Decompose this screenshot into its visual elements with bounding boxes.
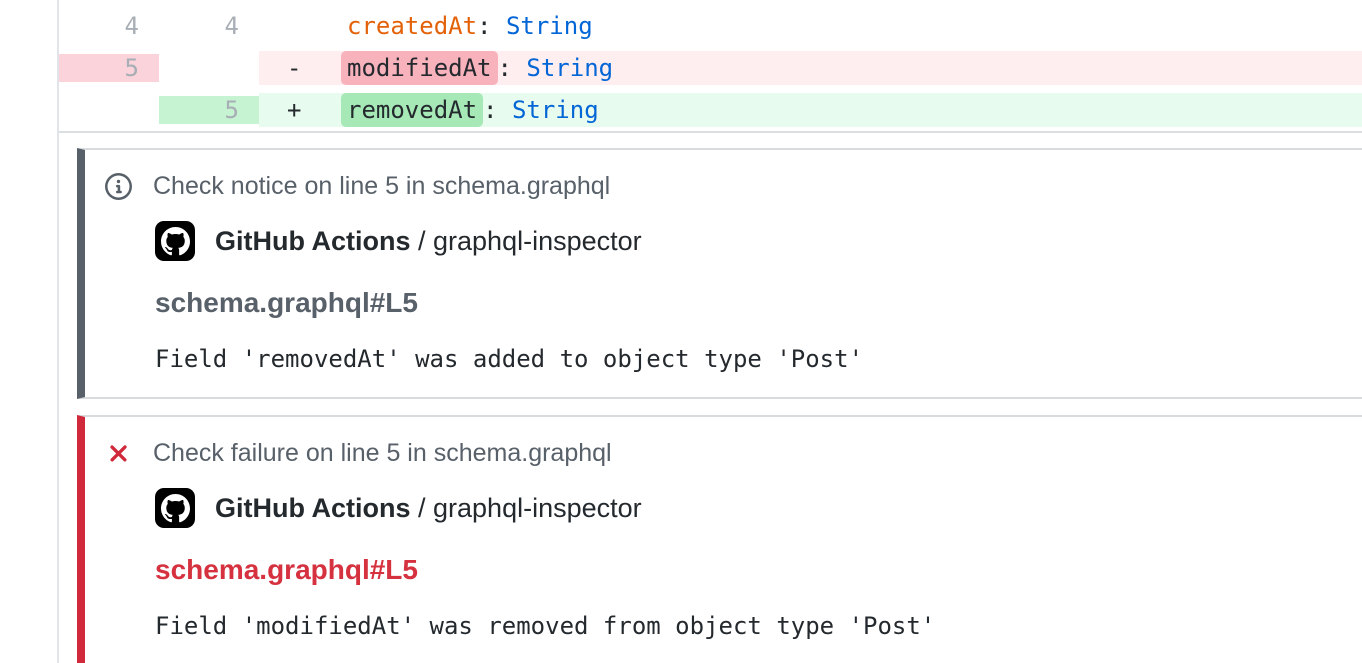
- annotation-body: GitHub Actions / graphql-inspector schem…: [155, 488, 1362, 640]
- diff-left-border: [57, 0, 59, 663]
- code-type-name: String: [506, 12, 593, 40]
- code-colon: :: [498, 54, 527, 82]
- new-line-number[interactable]: 4: [159, 12, 259, 40]
- annotation-message: Field 'removedAt' was added to object ty…: [155, 345, 1362, 373]
- diff-marker-minus: -: [287, 54, 347, 82]
- diff-marker-plus: +: [287, 96, 347, 124]
- added-word-highlight: removedAt: [341, 93, 483, 127]
- annotation-card-notice: Check notice on line 5 in schema.graphql…: [77, 148, 1362, 399]
- deleted-word-highlight: modifiedAt: [341, 51, 498, 85]
- annotation-app-text: GitHub Actions / graphql-inspector: [215, 493, 642, 524]
- new-line-number[interactable]: 5: [159, 96, 259, 124]
- annotation-title-row: Check failure on line 5 in schema.graphq…: [105, 439, 1362, 468]
- diff-table: 4 4 createdAt: String 5 -modifiedAt: Str…: [59, 0, 1362, 133]
- check-annotations: Check notice on line 5 in schema.graphql…: [59, 148, 1362, 663]
- annotation-card-failure: Check failure on line 5 in schema.graphq…: [77, 415, 1362, 663]
- code-type-name: String: [512, 96, 599, 124]
- x-icon: [105, 440, 132, 467]
- annotation-title: Check notice on line 5 in schema.graphql: [153, 172, 610, 201]
- annotation-title: Check failure on line 5 in schema.graphq…: [153, 439, 612, 468]
- annotation-file-link[interactable]: schema.graphql#L5: [155, 287, 1362, 319]
- app-name: GitHub Actions: [215, 226, 411, 256]
- app-name: GitHub Actions: [215, 493, 411, 523]
- annotation-message: Field 'modifiedAt' was removed from obje…: [155, 612, 1362, 640]
- workflow-name: / graphql-inspector: [418, 493, 642, 523]
- workflow-name: / graphql-inspector: [418, 226, 642, 256]
- annotation-app-row: GitHub Actions / graphql-inspector: [155, 221, 1362, 261]
- github-actions-logo: [155, 221, 195, 261]
- code-line: createdAt: String: [259, 12, 1362, 40]
- annotation-file-link[interactable]: schema.graphql#L5: [155, 554, 1362, 586]
- code-colon: :: [477, 12, 506, 40]
- pr-diff-view: 4 4 createdAt: String 5 -modifiedAt: Str…: [0, 0, 1362, 663]
- diff-row-deletion: 5 -modifiedAt: String: [59, 47, 1362, 89]
- annotation-app-row: GitHub Actions / graphql-inspector: [155, 488, 1362, 528]
- annotation-title-row: Check notice on line 5 in schema.graphql: [105, 172, 1362, 201]
- info-icon: [105, 173, 132, 200]
- diff-row-context: 4 4 createdAt: String: [59, 5, 1362, 47]
- code-field-name: createdAt: [347, 12, 477, 40]
- old-line-number[interactable]: 4: [59, 12, 159, 40]
- github-actions-logo: [155, 488, 195, 528]
- diff-row-addition: 5 +removedAt: String: [59, 89, 1362, 131]
- annotation-body: GitHub Actions / graphql-inspector schem…: [155, 221, 1362, 373]
- diff-content: 4 4 createdAt: String 5 -modifiedAt: Str…: [59, 0, 1362, 663]
- code-type-name: String: [526, 54, 613, 82]
- code-line: -modifiedAt: String: [259, 51, 1362, 85]
- code-colon: :: [483, 96, 512, 124]
- old-line-number[interactable]: 5: [59, 54, 159, 82]
- code-line: +removedAt: String: [259, 93, 1362, 127]
- annotation-app-text: GitHub Actions / graphql-inspector: [215, 226, 642, 257]
